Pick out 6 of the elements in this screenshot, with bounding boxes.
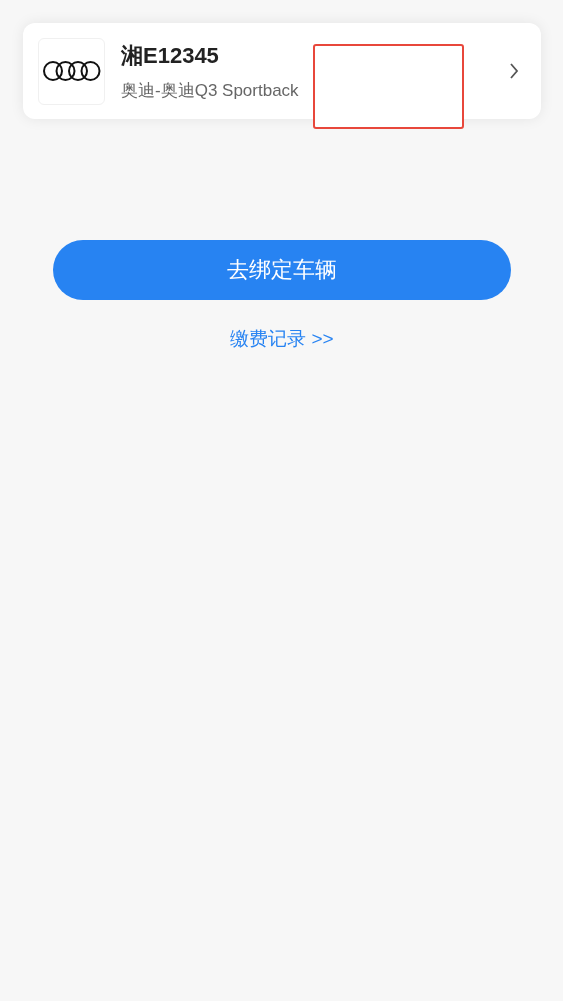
car-model: 奥迪-奥迪Q3 Sportback [121,79,300,102]
bind-vehicle-button[interactable]: 去绑定车辆 [53,240,511,300]
payment-records-link[interactable]: 缴费记录 >> [230,326,334,352]
plate-number: 湘E12345 [121,41,220,70]
chevron-icon [509,63,519,79]
rings-icon [42,60,101,82]
